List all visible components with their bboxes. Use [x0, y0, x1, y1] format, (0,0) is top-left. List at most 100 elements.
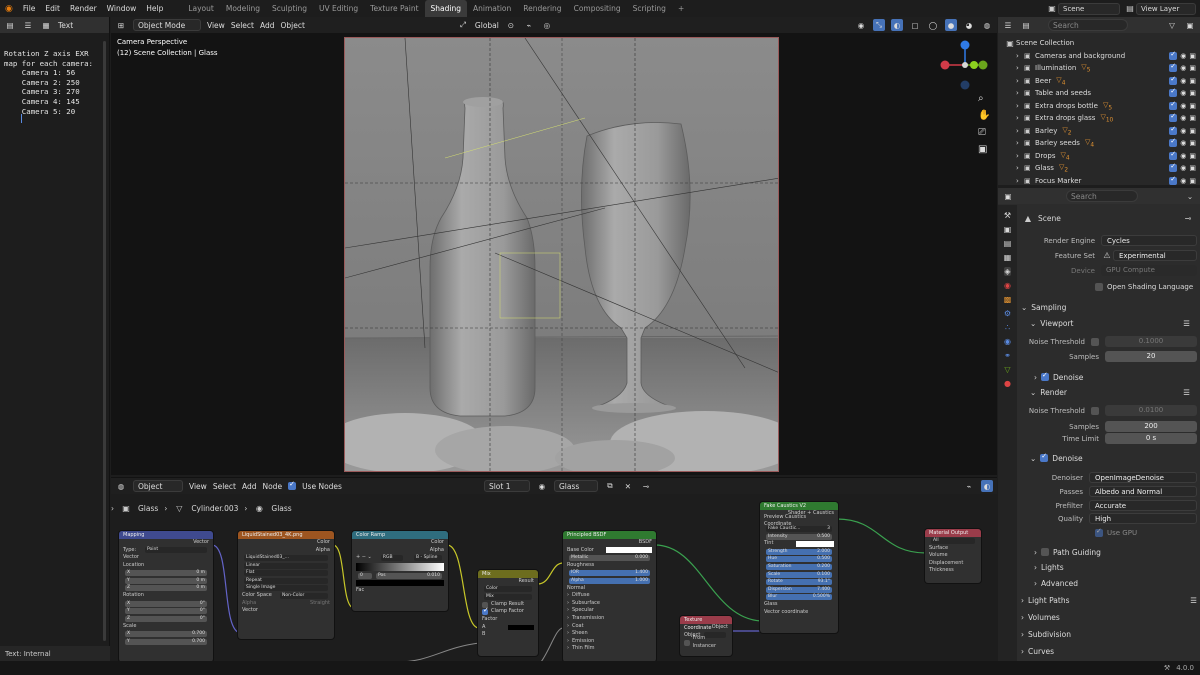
- add-workspace-icon[interactable]: +: [672, 0, 690, 17]
- chevron-right-icon[interactable]: ›: [1016, 152, 1024, 160]
- rot-x[interactable]: 0°: [200, 601, 205, 607]
- camera-render-icon[interactable]: ▣: [1189, 127, 1196, 135]
- sampling-panel[interactable]: ⌄ Sampling: [1021, 300, 1197, 314]
- feature-set-dropdown[interactable]: Experimental: [1113, 250, 1197, 261]
- image-color-out[interactable]: Color: [238, 539, 334, 547]
- caustics-preview-out[interactable]: Preview Caustics Coordinate: [760, 514, 838, 528]
- list-icon[interactable]: ☰: [1183, 319, 1190, 328]
- solid-shading-icon[interactable]: ●: [945, 19, 957, 31]
- scene-selector[interactable]: Scene: [1058, 2, 1120, 15]
- outliner-item[interactable]: ›▣Illumination▽5◉▣: [998, 62, 1200, 75]
- chevron-right-icon[interactable]: ›: [1016, 89, 1024, 97]
- ramp-index[interactable]: 0: [358, 572, 372, 579]
- tab-sculpting[interactable]: Sculpting: [266, 0, 313, 17]
- caustics-input-row[interactable]: Blur 0.500%: [760, 594, 838, 602]
- caustics-input-row[interactable]: Intensity 0.500: [760, 533, 838, 541]
- outliner-item[interactable]: ›▣Table and seeds◉▣: [998, 87, 1200, 100]
- loc-z[interactable]: 0 m: [196, 585, 205, 591]
- mapping-out[interactable]: Vector: [119, 539, 213, 547]
- camera-render-icon[interactable]: ▣: [1189, 139, 1196, 147]
- tab-modeling[interactable]: Modeling: [220, 0, 266, 17]
- filter-icon[interactable]: ▽: [1166, 19, 1178, 31]
- camera-render-icon[interactable]: ▣: [1189, 152, 1196, 160]
- menu-add[interactable]: Add: [260, 21, 275, 30]
- scale-y[interactable]: 0.700: [192, 639, 205, 645]
- normal-socket[interactable]: Normal: [563, 585, 656, 593]
- mix-a-in[interactable]: A: [482, 624, 485, 632]
- caustics-input-row[interactable]: Rotate 93.1°: [760, 578, 838, 586]
- options-icon[interactable]: ⌄: [1184, 190, 1196, 202]
- mix-blend-dropdown[interactable]: Mix: [484, 593, 532, 600]
- orientation-selector[interactable]: Global: [475, 21, 499, 30]
- use-gpu-checkbox[interactable]: [1095, 527, 1103, 537]
- alpha-field[interactable]: 1.000: [635, 578, 648, 584]
- mix-type-dropdown[interactable]: Color: [484, 586, 532, 593]
- caustics-input-row[interactable]: Strength 2.000: [760, 548, 838, 556]
- outliner-item[interactable]: ›▣Barley seeds▽4◉▣: [998, 137, 1200, 150]
- world-tab-icon[interactable]: ◉: [1004, 281, 1011, 290]
- ramp-fac-in[interactable]: Fac: [352, 587, 448, 595]
- viewport-noise-field[interactable]: 0.1000: [1105, 336, 1197, 347]
- ramp-alpha-out[interactable]: Alpha: [352, 547, 448, 555]
- chevron-right-icon[interactable]: ›: [1016, 77, 1024, 85]
- time-limit-field[interactable]: 0 s: [1105, 433, 1197, 444]
- mix-node[interactable]: Mix Result Color Mix Clamp Result Clamp …: [478, 570, 538, 656]
- image-alpha-out[interactable]: Alpha: [238, 547, 334, 555]
- tab-shading[interactable]: Shading: [424, 0, 468, 17]
- bsdf-subpanel[interactable]: › Subsurface: [563, 600, 656, 608]
- text-datablock-name[interactable]: Text: [58, 21, 73, 30]
- outliner-item[interactable]: ›▣Glass▽2◉▣: [998, 162, 1200, 175]
- include-checkbox[interactable]: [1169, 125, 1178, 135]
- bsdf-subpanel[interactable]: › Coat: [563, 623, 656, 631]
- path-guiding-panel[interactable]: › Path Guiding: [1034, 545, 1194, 559]
- image-projection-dropdown[interactable]: Flat: [244, 570, 328, 577]
- passes-dropdown[interactable]: Albedo and Normal: [1089, 486, 1197, 497]
- eye-icon[interactable]: ◉: [1180, 164, 1186, 172]
- eye-icon[interactable]: ◉: [1180, 127, 1186, 135]
- pan-hand-icon[interactable]: ✋: [978, 110, 990, 121]
- menu-render[interactable]: Render: [65, 4, 102, 13]
- include-checkbox[interactable]: [1169, 162, 1178, 173]
- quality-dropdown[interactable]: High: [1089, 513, 1197, 524]
- output-thickness-in[interactable]: Thickness: [925, 567, 981, 575]
- constraints-tab-icon[interactable]: ⚭: [1004, 351, 1011, 360]
- image-alpha-mode[interactable]: Straight: [310, 600, 330, 608]
- shader-node-editor[interactable]: ◍ Object View Select Add Node Use Nodes …: [111, 477, 997, 662]
- chevron-right-icon[interactable]: ›: [1016, 139, 1024, 147]
- include-checkbox[interactable]: [1169, 137, 1178, 148]
- output-target-dropdown[interactable]: All: [931, 537, 975, 544]
- outliner-scene-collection[interactable]: ▣ Scene Collection: [998, 37, 1200, 50]
- outliner-item[interactable]: ›▣Cameras and background◉▣: [998, 50, 1200, 63]
- zoom-icon[interactable]: ⌕: [978, 93, 990, 104]
- ramp-color-out[interactable]: Color: [352, 539, 448, 547]
- scale-x[interactable]: 0.700: [192, 631, 205, 637]
- scene-tab-icon[interactable]: ◈: [1004, 267, 1011, 276]
- mapping-node[interactable]: Mapping Vector Type: Point Vector Locatio…: [119, 531, 213, 662]
- camera-render-icon[interactable]: ▣: [1189, 164, 1196, 172]
- advanced-panel[interactable]: › Advanced: [1034, 576, 1194, 590]
- render-noise-field[interactable]: 0.0100: [1105, 405, 1197, 416]
- caustics-input-value[interactable]: 0.500: [817, 556, 830, 562]
- include-checkbox[interactable]: [1169, 100, 1178, 110]
- camera-render-icon[interactable]: ▣: [1189, 114, 1196, 122]
- eye-icon[interactable]: ◉: [1180, 102, 1186, 110]
- menu-file[interactable]: File: [18, 4, 41, 13]
- eye-icon[interactable]: ◉: [1180, 152, 1186, 160]
- caustics-input-row[interactable]: Saturation 0.200: [760, 563, 838, 571]
- menu-help[interactable]: Help: [141, 4, 168, 13]
- ramp-stop-color[interactable]: [356, 580, 444, 587]
- camera-render-icon[interactable]: ▣: [1189, 102, 1196, 110]
- menu-view[interactable]: View: [207, 21, 225, 30]
- tab-texture-paint[interactable]: Texture Paint: [364, 0, 424, 17]
- material-output-node[interactable]: Material Output All Surface Volume Displ…: [925, 529, 981, 583]
- xray-icon[interactable]: ▢: [909, 19, 921, 31]
- tab-scripting[interactable]: Scripting: [627, 0, 672, 17]
- render-samples-field[interactable]: 200: [1105, 421, 1197, 432]
- mix-b-in[interactable]: B: [478, 631, 538, 639]
- caustics-input-value[interactable]: 0.500: [817, 534, 830, 540]
- mapping-type-dropdown[interactable]: Point: [145, 547, 207, 554]
- image-file-field[interactable]: LiquidStained03_...: [244, 554, 328, 561]
- menu-window[interactable]: Window: [102, 4, 142, 13]
- include-checkbox[interactable]: [1169, 50, 1178, 60]
- bsdf-subpanel[interactable]: › Transmission: [563, 615, 656, 623]
